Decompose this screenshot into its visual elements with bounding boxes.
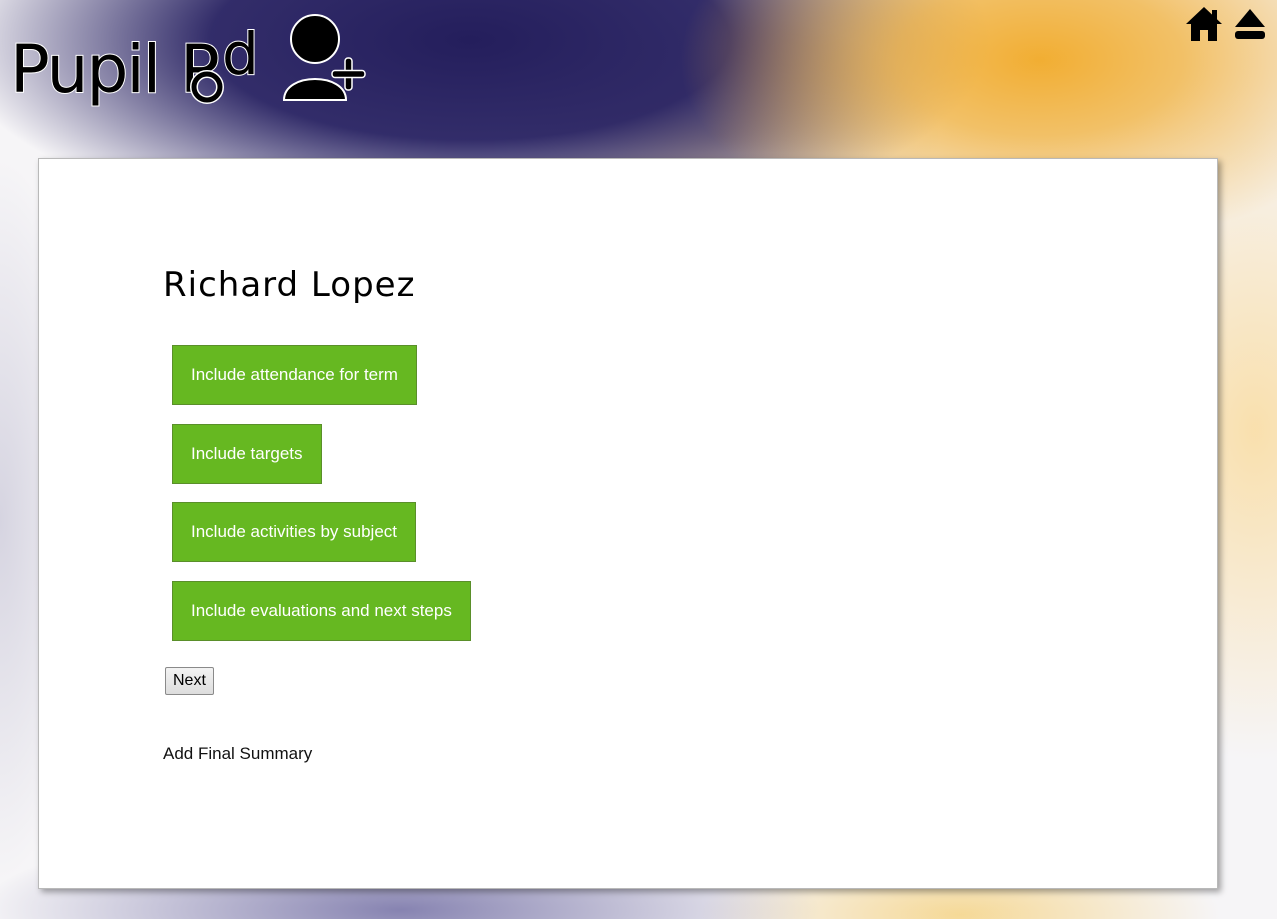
main-card: Richard Lopez Include attendance for ter… <box>38 158 1218 889</box>
next-button[interactable]: Next <box>165 667 214 695</box>
header: Pupil P d <box>0 0 1277 150</box>
home-icon[interactable] <box>1185 5 1223 43</box>
add-final-summary-link[interactable]: Add Final Summary <box>163 744 312 764</box>
logo-wordmark-pupil: Pupil <box>10 31 159 108</box>
pupilpod-logo[interactable]: Pupil P d <box>8 10 388 110</box>
include-targets-button[interactable]: Include targets <box>172 424 322 484</box>
eject-icon[interactable] <box>1231 5 1269 43</box>
add-user-icon <box>282 14 366 101</box>
student-name: Richard Lopez <box>163 265 416 305</box>
include-attendance-button[interactable]: Include attendance for term <box>172 345 417 405</box>
logo-wordmark-d: d <box>222 20 259 88</box>
include-activities-button[interactable]: Include activities by subject <box>172 502 416 562</box>
header-icons <box>1185 5 1269 43</box>
include-evaluations-button[interactable]: Include evaluations and next steps <box>172 581 471 641</box>
